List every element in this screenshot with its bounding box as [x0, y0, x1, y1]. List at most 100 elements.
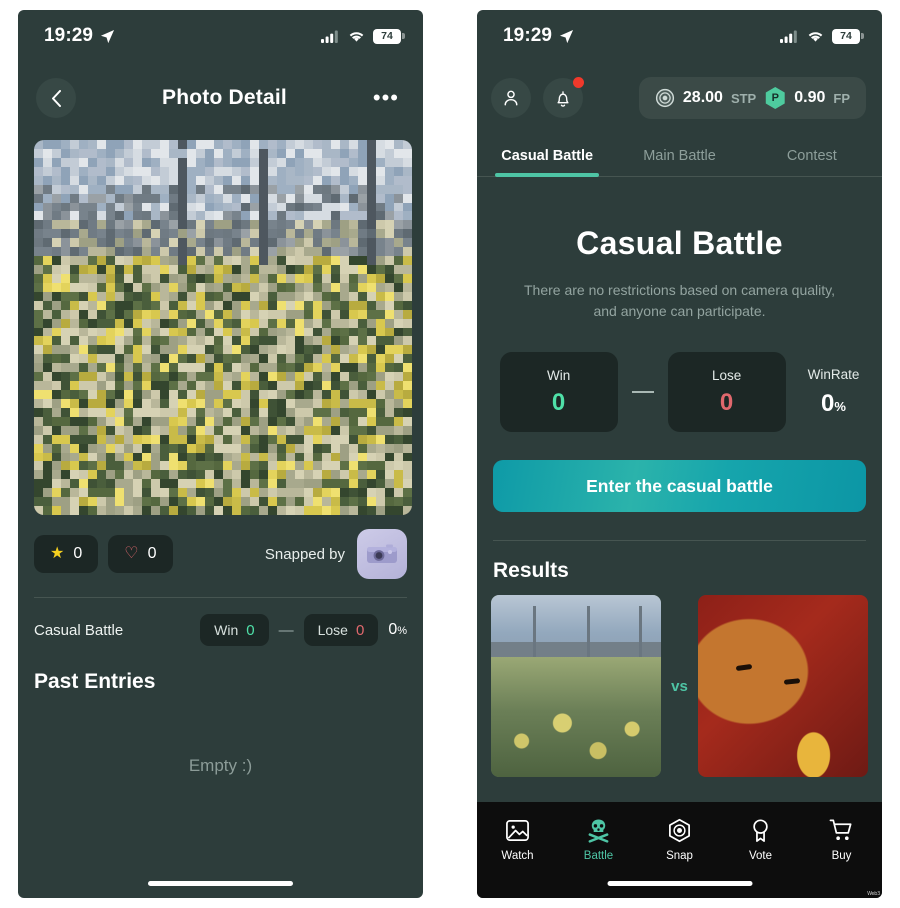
- mosaic-pixel: [79, 363, 88, 372]
- mosaic-pixel: [349, 229, 358, 238]
- mosaic-pixel: [331, 274, 340, 283]
- mosaic-pixel: [403, 426, 412, 435]
- mosaic-pixel: [268, 506, 277, 515]
- back-button[interactable]: [36, 78, 76, 118]
- nav-item-buy[interactable]: Buy: [801, 818, 882, 862]
- nav-item-vote[interactable]: Vote: [720, 818, 801, 862]
- mosaic-pixel: [88, 194, 97, 203]
- mosaic-pixel: [115, 417, 124, 426]
- mosaic-pixel: [358, 238, 367, 247]
- mosaic-pixel: [70, 220, 79, 229]
- mosaic-pixel: [286, 301, 295, 310]
- mosaic-pixel: [295, 140, 304, 149]
- mosaic-pixel: [394, 453, 403, 462]
- mosaic-pixel: [160, 149, 169, 158]
- home-indicator[interactable]: [607, 881, 752, 886]
- top-action-bar: 28.00 STP P 0.90 FP: [477, 62, 882, 134]
- mosaic-pixel: [304, 211, 313, 220]
- mosaic-pixel: [133, 390, 142, 399]
- mosaic-pixel: [277, 453, 286, 462]
- tab-contest[interactable]: Contest: [746, 134, 878, 176]
- tab-main-battle[interactable]: Main Battle: [613, 134, 745, 176]
- mosaic-pixel: [232, 336, 241, 345]
- nav-label-vote: Vote: [749, 850, 772, 862]
- mosaic-pixel: [61, 372, 70, 381]
- tab-casual-battle[interactable]: Casual Battle: [481, 134, 613, 176]
- mosaic-pixel: [259, 167, 268, 176]
- mosaic-pixel: [322, 158, 331, 167]
- mosaic-pixel: [187, 256, 196, 265]
- result-photo-left[interactable]: [491, 595, 661, 777]
- mosaic-pixel: [160, 328, 169, 337]
- mosaic-pixel: [133, 140, 142, 149]
- mosaic-pixel: [205, 167, 214, 176]
- mosaic-pixel: [322, 220, 331, 229]
- mosaic-pixel: [106, 345, 115, 354]
- mosaic-pixel: [385, 265, 394, 274]
- mosaic-pixel: [349, 426, 358, 435]
- mosaic-pixel: [160, 417, 169, 426]
- mosaic-pixel: [295, 319, 304, 328]
- mosaic-pixel: [43, 426, 52, 435]
- mosaic-pixel: [223, 301, 232, 310]
- win-chip: Win 0: [200, 614, 268, 646]
- mosaic-pixel: [43, 140, 52, 149]
- watermark-text: Web3: [867, 892, 880, 897]
- mosaic-pixel: [385, 149, 394, 158]
- mosaic-pixel: [241, 238, 250, 247]
- mosaic-pixel: [322, 283, 331, 292]
- mosaic-pixel: [403, 354, 412, 363]
- mosaic-pixel: [322, 479, 331, 488]
- enter-casual-battle-button[interactable]: Enter the casual battle: [493, 460, 866, 512]
- mosaic-pixel: [214, 372, 223, 381]
- nav-item-battle[interactable]: Battle: [558, 818, 639, 862]
- mosaic-pixel: [277, 220, 286, 229]
- mosaic-pixel: [304, 301, 313, 310]
- mosaic-pixel: [403, 345, 412, 354]
- mosaic-pixel: [295, 390, 304, 399]
- home-indicator[interactable]: [148, 881, 293, 886]
- mosaic-pixel: [205, 274, 214, 283]
- nav-item-snap[interactable]: Snap: [639, 818, 720, 862]
- mosaic-pixel: [241, 301, 250, 310]
- chevron-left-icon: [51, 90, 62, 107]
- mosaic-pixel: [313, 185, 322, 194]
- notifications-button[interactable]: [543, 78, 583, 118]
- mosaic-pixel: [97, 417, 106, 426]
- mosaic-pixel: [250, 336, 259, 345]
- mosaic-pixel: [268, 149, 277, 158]
- mosaic-pixel: [313, 194, 322, 203]
- mosaic-pixel: [34, 470, 43, 479]
- mosaic-pixel: [34, 211, 43, 220]
- person-icon: [502, 89, 520, 107]
- ellipsis-icon[interactable]: •••: [373, 93, 399, 103]
- mosaic-pixel: [394, 328, 403, 337]
- mosaic-pixel: [223, 176, 232, 185]
- profile-button[interactable]: [491, 78, 531, 118]
- mosaic-pixel: [322, 319, 331, 328]
- mosaic-pixel: [124, 354, 133, 363]
- photo-detail-image[interactable]: [34, 140, 412, 515]
- mosaic-pixel: [376, 461, 385, 470]
- mosaic-pixel: [34, 194, 43, 203]
- mosaic-pixel: [268, 354, 277, 363]
- mosaic-pixel: [385, 301, 394, 310]
- currency-balance-pill[interactable]: 28.00 STP P 0.90 FP: [639, 77, 866, 119]
- mosaic-pixel: [358, 506, 367, 515]
- avatar[interactable]: [357, 529, 407, 579]
- star-chip[interactable]: ★ 0: [34, 535, 98, 573]
- result-photo-right[interactable]: [698, 595, 868, 777]
- mosaic-pixel: [169, 435, 178, 444]
- mosaic-pixel: [106, 274, 115, 283]
- mosaic-pixel: [232, 220, 241, 229]
- mosaic-pixel: [376, 283, 385, 292]
- mosaic-pixel: [187, 247, 196, 256]
- mosaic-pixel: [34, 363, 43, 372]
- mosaic-pixel: [43, 336, 52, 345]
- mosaic-pixel: [322, 328, 331, 337]
- heart-chip[interactable]: ♡ 0: [108, 535, 172, 573]
- mosaic-pixel: [196, 283, 205, 292]
- mosaic-pixel: [43, 453, 52, 462]
- nav-item-watch[interactable]: Watch: [477, 818, 558, 862]
- mosaic-pixel: [142, 274, 151, 283]
